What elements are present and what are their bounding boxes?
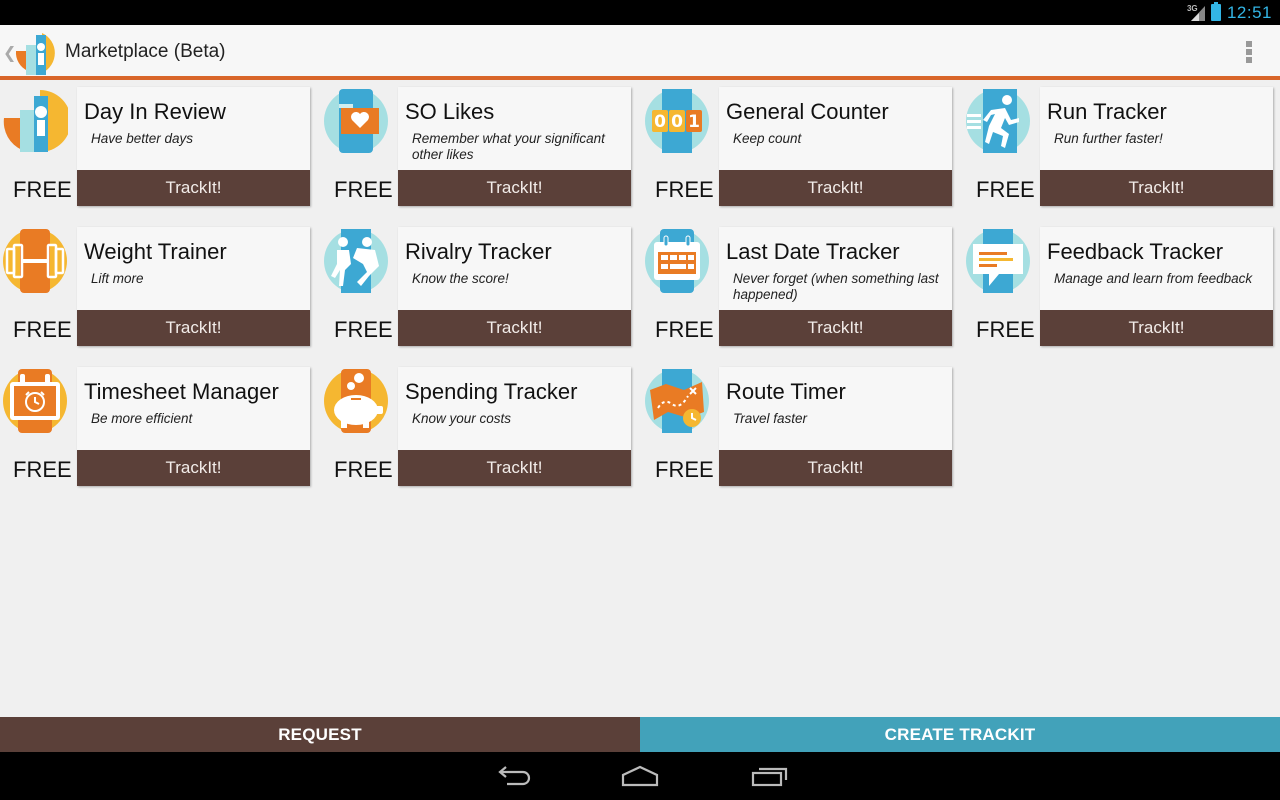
counter-icon[interactable]: 001 [644, 88, 710, 154]
runner-icon[interactable] [965, 88, 1031, 154]
tracker-name: Weight Trainer [84, 239, 227, 264]
battery-charging-icon [1210, 2, 1221, 21]
heart-card-icon[interactable] [323, 88, 389, 154]
price-label: FREE [655, 457, 714, 482]
navigation-bar [0, 752, 1280, 800]
back-icon[interactable] [493, 764, 533, 788]
trackit-button[interactable]: TrackIt! [77, 310, 310, 346]
tracker-card[interactable]: Rivalry Tracker Know the score! TrackIt! [398, 227, 631, 346]
tracker-card[interactable]: Route Timer Travel faster TrackIt! [719, 367, 952, 486]
page-title: Marketplace (Beta) [65, 41, 226, 62]
tracker-description: Manage and learn from feedback [1054, 271, 1253, 286]
tracker-name: Day In Review [84, 99, 226, 124]
trackit-button[interactable]: TrackIt! [398, 170, 631, 206]
tracker-name: SO Likes [405, 99, 495, 124]
tracker-card[interactable]: Feedback Tracker Manage and learn from f… [1040, 227, 1273, 346]
clock: 12:51 [1226, 2, 1272, 22]
trackit-button[interactable]: TrackIt! [1040, 170, 1273, 206]
trackit-button[interactable]: TrackIt! [398, 310, 631, 346]
request-button[interactable]: REQUEST [0, 717, 640, 752]
trackit-button[interactable]: TrackIt! [719, 450, 952, 486]
app-logo-icon[interactable] [12, 31, 62, 75]
trackit-button[interactable]: TrackIt! [398, 450, 631, 486]
tracker-name: Route Timer [726, 379, 846, 404]
tracker-name: Feedback Tracker [1047, 239, 1224, 264]
overflow-menu-icon[interactable] [1246, 41, 1252, 63]
trackit-button[interactable]: TrackIt! [77, 170, 310, 206]
tracker-card[interactable]: General Counter Keep count TrackIt! [719, 87, 952, 206]
tracker-name: General Counter [726, 99, 889, 124]
tracker-description: Have better days [91, 131, 194, 146]
tracker-description: Run further faster! [1054, 131, 1163, 146]
tracker-card[interactable]: Run Tracker Run further faster! TrackIt! [1040, 87, 1273, 206]
tracker-description: Travel faster [733, 411, 808, 426]
rivalry-icon[interactable] [323, 228, 389, 294]
trackit-button[interactable]: TrackIt! [1040, 310, 1273, 346]
price-label: FREE [334, 317, 393, 342]
tracker-name: Last Date Tracker [726, 239, 900, 264]
tracker-tile-last-date-tracker: FREE Last Date Tracker Never forget (whe… [642, 220, 954, 346]
dumbbell-icon[interactable] [2, 228, 68, 294]
create-trackit-button[interactable]: CREATE TRACKIT [640, 717, 1280, 752]
alarm-clock-icon[interactable] [2, 368, 68, 434]
trackit-button[interactable]: TrackIt! [77, 450, 310, 486]
tracker-card[interactable]: Last Date Tracker Never forget (when som… [719, 227, 952, 346]
action-bar: ❮ Marketplace (Beta) [0, 25, 1280, 80]
price-label: FREE [334, 177, 393, 202]
trackit-button[interactable]: TrackIt! [719, 170, 952, 206]
tracker-tile-feedback-tracker: FREE Feedback Tracker Manage and learn f… [963, 220, 1275, 346]
day-in-review-icon[interactable] [2, 88, 71, 154]
svg-text:1: 1 [688, 112, 700, 132]
tracker-description: Never forget (when something last happen… [733, 271, 939, 302]
tracker-description: Know your costs [412, 411, 512, 426]
tracker-name: Rivalry Tracker [405, 239, 552, 264]
piggy-bank-icon[interactable] [323, 368, 389, 434]
tracker-description: Keep count [733, 131, 802, 146]
price-label: FREE [13, 317, 72, 342]
tracker-name: Timesheet Manager [84, 379, 279, 404]
speech-bubble-icon[interactable] [965, 228, 1031, 294]
svg-text:0: 0 [671, 112, 683, 132]
tracker-tile-spending-tracker: FREE Spending Tracker Know your costs Tr… [321, 360, 633, 486]
tracker-card[interactable]: SO Likes Remember what your significant … [398, 87, 631, 206]
tracker-name: Spending Tracker [405, 379, 578, 404]
map-route-icon[interactable] [644, 368, 710, 434]
tracker-card[interactable]: Spending Tracker Know your costs TrackIt… [398, 367, 631, 486]
calendar-icon[interactable] [644, 228, 710, 294]
tracker-tile-rivalry-tracker: FREE Rivalry Tracker Know the score! Tra… [321, 220, 633, 346]
tracker-tile-general-counter: 001 FREE General Counter Keep count Trac… [642, 80, 954, 206]
tracker-tile-day-in-review: FREE Day In Review Have better days Trac… [0, 80, 312, 206]
price-label: FREE [334, 457, 393, 482]
price-label: FREE [655, 317, 714, 342]
price-label: FREE [13, 457, 72, 482]
signal-icon: 3G [1187, 4, 1205, 22]
tracker-card[interactable]: Timesheet Manager Be more efficient Trac… [77, 367, 310, 486]
price-label: FREE [13, 177, 72, 202]
tracker-card[interactable]: Weight Trainer Lift more TrackIt! [77, 227, 310, 346]
tracker-tile-run-tracker: FREE Run Tracker Run further faster! Tra… [963, 80, 1275, 206]
tracker-card[interactable]: Day In Review Have better days TrackIt! [77, 87, 310, 206]
tracker-description: Remember what your significant other lik… [412, 131, 605, 162]
tracker-description: Be more efficient [91, 411, 193, 426]
tracker-tile-so-likes: FREE SO Likes Remember what your signifi… [321, 80, 633, 206]
tracker-tile-weight-trainer: FREE Weight Trainer Lift more TrackIt! [0, 220, 312, 346]
price-label: FREE [976, 317, 1035, 342]
tracker-description: Know the score! [412, 271, 509, 286]
tracker-grid: FREE Day In Review Have better days Trac… [0, 80, 1280, 717]
status-bar: 3G 12:51 [0, 0, 1280, 25]
tracker-tile-timesheet-manager: FREE Timesheet Manager Be more efficient… [0, 360, 312, 486]
bottom-action-bar: REQUEST CREATE TRACKIT [0, 717, 1280, 752]
tracker-name: Run Tracker [1047, 99, 1167, 124]
tracker-tile-route-timer: FREE Route Timer Travel faster TrackIt! [642, 360, 954, 486]
trackit-button[interactable]: TrackIt! [719, 310, 952, 346]
price-label: FREE [976, 177, 1035, 202]
price-label: FREE [655, 177, 714, 202]
svg-text:0: 0 [654, 112, 666, 132]
recent-apps-icon[interactable] [750, 764, 790, 788]
home-icon[interactable] [620, 764, 660, 788]
tracker-description: Lift more [91, 271, 144, 286]
